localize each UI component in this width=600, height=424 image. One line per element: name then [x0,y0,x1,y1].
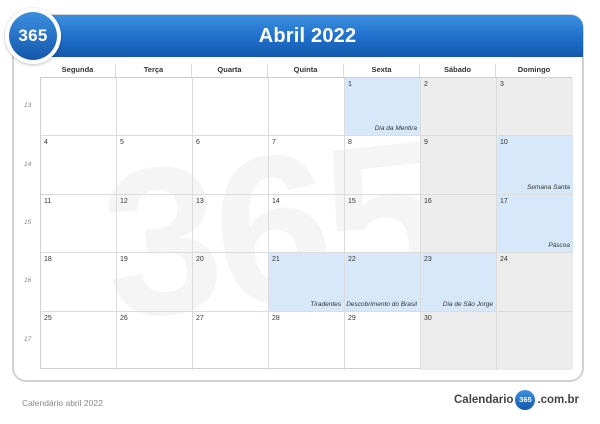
day-cell[interactable]: 6 [193,136,269,195]
day-number: 11 [44,197,52,205]
page-title: Abril 2022 [258,25,357,47]
day-number: 19 [120,256,128,264]
empty-day-cell [193,78,269,137]
weekday-label: Sexta [344,64,420,78]
day-number: 3 [500,81,504,88]
day-cell[interactable]: 7 [269,136,345,195]
day-cell[interactable]: 1 Dia da Mentira [345,78,421,137]
week-number: 14 [24,160,32,168]
day-cell[interactable]: 11 [41,194,117,254]
day-number: 1 [348,81,352,88]
calendar-grid: 1 Dia da Mentira 2 3 4 5 6 7 8 9 10 Semana Santa 11 1… [40,77,573,370]
weekday-label: Domingo [517,65,551,74]
day-cell[interactable]: 24 [497,253,573,312]
day-cell[interactable]: 8 [345,136,421,195]
day-cell[interactable]: 16 [421,194,497,254]
day-cell[interactable]: 10 Semana Santa [497,136,573,195]
day-number: 10 [500,139,508,147]
day-cell[interactable]: 5 [117,136,193,195]
brand-logo[interactable]: Calendario 365 .com.br [454,390,579,410]
day-number: 16 [424,197,432,205]
brand-prefix: Calendario [454,394,514,406]
day-number: 23 [424,256,432,264]
day-number: 15 [348,197,356,205]
day-number: 18 [44,256,52,264]
day-number: 30 [424,314,432,322]
day-number: 22 [348,256,356,264]
week-number: 16 [24,277,32,285]
week-number: 17 [24,335,32,343]
day-cell[interactable]: 25 [41,311,117,370]
day-number: 6 [196,139,200,147]
day-number: 26 [120,314,128,322]
day-cell[interactable]: 21 Tiradentes [269,253,345,312]
day-cell[interactable]: 13 [193,194,269,254]
holiday-event: Descobrimento do Brasil [346,300,417,308]
day-cell[interactable]: 18 [41,253,117,312]
day-number: 28 [272,314,280,322]
day-number: 12 [120,197,128,205]
empty-day-cell [497,311,573,370]
day-number: 5 [120,139,124,147]
day-number: 24 [500,256,508,264]
day-number: 29 [348,314,356,322]
day-number: 17 [500,197,508,205]
day-cell[interactable]: 20 [193,253,269,312]
day-number: 20 [196,256,204,264]
day-cell[interactable]: 4 [41,136,117,195]
weekday-label: Quinta [268,64,344,78]
day-number: 25 [44,314,52,322]
holiday-event: Semana Santa [526,183,570,191]
holiday-event: Tiradentes [310,300,341,308]
day-cell[interactable]: 22 Descobrimento do Brasil [345,253,421,312]
day-cell[interactable]: 17 Páscoa [497,194,573,254]
day-number: 27 [196,314,204,322]
holiday-event: Dia de São Jorge [442,300,493,308]
day-cell[interactable]: 3 [497,78,573,137]
day-number: 14 [272,197,280,205]
day-cell[interactable]: 9 [421,136,497,195]
weekday-label: Sábado [420,64,496,78]
week-number: 13 [24,102,32,110]
holiday-event: Dia da Mentira [374,125,417,133]
day-number: 13 [196,197,204,205]
day-cell[interactable]: 14 [269,194,345,254]
weekday-label: Terça [116,64,192,78]
day-number: 9 [424,139,428,147]
weekday-label: Segunda [40,64,116,78]
day-number: 2 [424,81,428,88]
day-cell[interactable]: 29 [345,311,421,370]
day-cell[interactable]: 15 [345,194,421,254]
day-cell[interactable]: 19 [117,253,193,312]
day-cell[interactable]: 26 [117,311,193,370]
brand-badge: 365 [515,390,536,410]
day-number: 4 [44,139,48,147]
brand-suffix: .com.br [537,394,579,406]
day-cell[interactable]: 28 [269,311,345,370]
logo-number: 365 [9,12,57,60]
day-cell[interactable]: 12 [117,194,193,254]
day-cell[interactable]: 30 [421,311,497,370]
weekday-header: Segunda Terça Quarta Quinta Sexta Sábado Domin… [40,64,572,78]
day-cell[interactable]: 27 [193,311,269,370]
week-number: 15 [24,219,32,226]
empty-day-cell [117,78,193,137]
day-cell[interactable]: 23 Dia de São Jorge [421,253,497,312]
weekday-label: Quarta [192,64,268,78]
empty-day-cell [41,78,117,137]
day-number: 7 [272,139,276,147]
day-number: 21 [272,256,280,264]
day-cell[interactable]: 2 [421,78,497,137]
empty-day-cell [269,78,345,137]
day-number: 8 [348,139,352,147]
footer-caption: Calendário abril 2022 [22,398,103,408]
holiday-event: Páscoa [548,242,570,250]
